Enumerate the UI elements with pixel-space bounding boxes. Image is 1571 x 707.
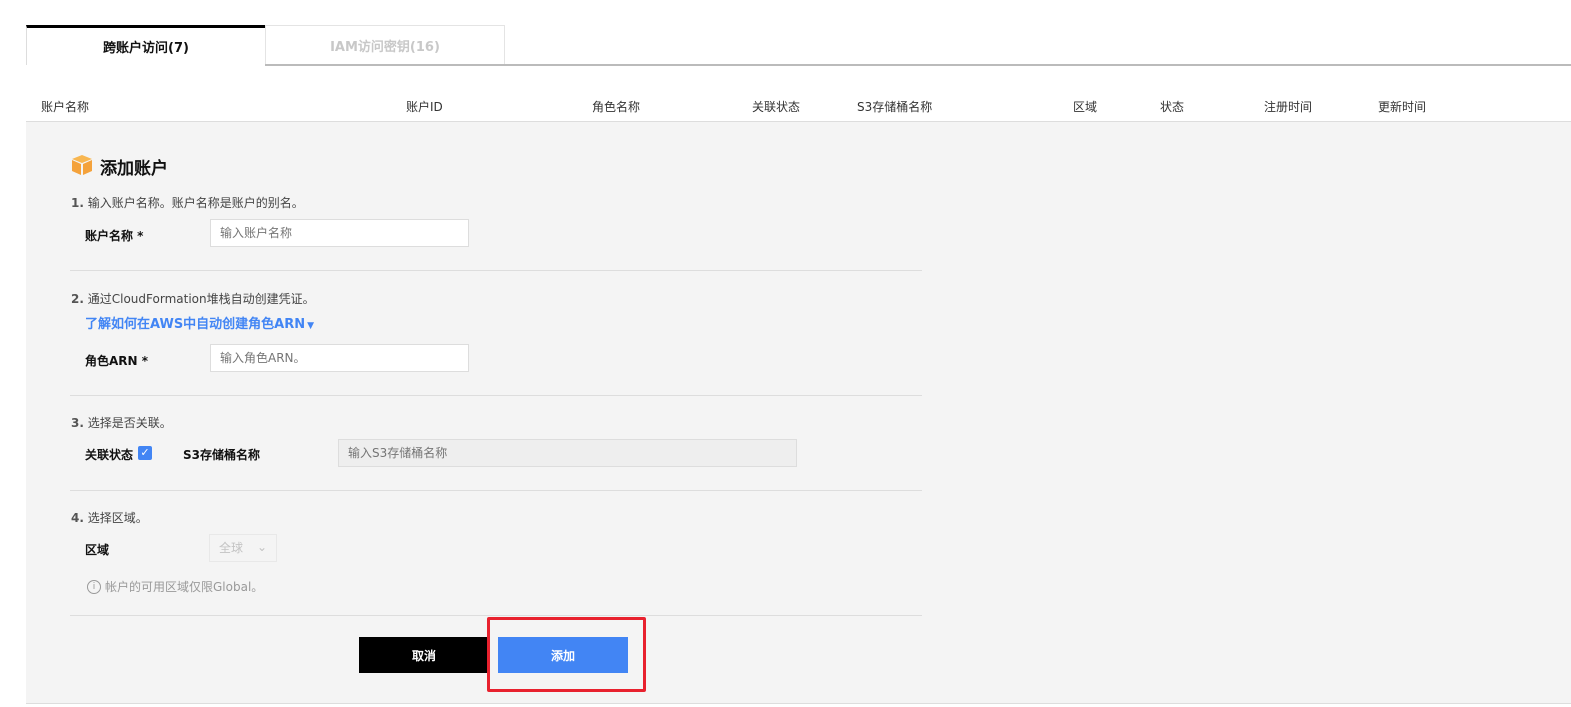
account-name-input[interactable] (210, 219, 469, 247)
region-value: 全球 (219, 541, 244, 555)
learn-role-arn-link[interactable]: 了解如何在AWS中自动创建角色ARN ▼ (85, 313, 314, 332)
account-name-label: 账户名称 * (85, 229, 144, 243)
caret-down-icon: ▼ (307, 321, 315, 331)
box-icon (72, 155, 92, 175)
region-info-text: 帐户的可用区域仅限Global。 (105, 580, 264, 594)
s3-bucket-label: S3存储桶名称 (183, 448, 260, 462)
column-status: 状态 (1160, 100, 1185, 114)
column-role-name: 角色名称 (592, 100, 641, 114)
association-status-label: 关联状态 (85, 448, 134, 462)
region-label: 区域 (85, 543, 110, 557)
tab-divider (265, 64, 1571, 66)
step2-text: 通过CloudFormation堆栈自动创建凭证。 (87, 292, 315, 306)
role-arn-input[interactable] (210, 344, 469, 372)
step1-text: 输入账户名称。账户名称是账户的别名。 (87, 196, 304, 210)
divider (70, 395, 922, 396)
info-icon: i (87, 579, 101, 594)
step4-text: 选择区域。 (87, 511, 148, 525)
region-select[interactable]: 全球 ⌄ (209, 534, 277, 562)
column-registered-time: 注册时间 (1264, 100, 1313, 114)
highlight-box (487, 617, 646, 692)
form-title: 添加账户 (100, 159, 168, 179)
step4-number: 4. (71, 511, 84, 525)
step2-number: 2. (71, 292, 84, 306)
step3-number: 3. (71, 416, 84, 430)
column-association-status: 关联状态 (752, 100, 801, 114)
role-arn-label: 角色ARN * (85, 354, 149, 368)
cancel-button[interactable]: 取消 (359, 637, 489, 673)
divider (70, 490, 922, 491)
divider (70, 270, 922, 271)
column-account-id: 账户ID (406, 100, 443, 114)
divider (70, 615, 922, 616)
tab-cross-account-access[interactable]: 跨账户访问(7) (26, 25, 265, 65)
step1-number: 1. (71, 196, 84, 210)
column-region: 区域 (1073, 100, 1098, 114)
column-account-name: 账户名称 (41, 100, 90, 114)
column-updated-time: 更新时间 (1378, 100, 1427, 114)
link-text: 了解如何在AWS中自动创建角色ARN (85, 317, 306, 332)
column-s3-bucket: S3存储桶名称 (857, 100, 933, 114)
tab-iam-access-keys[interactable]: IAM访问密钥(16) (265, 25, 505, 65)
association-checkbox[interactable]: ✓ (138, 446, 152, 460)
s3-bucket-input[interactable] (338, 439, 797, 467)
region-info: i 帐户的可用区域仅限Global。 (87, 578, 263, 595)
step3-text: 选择是否关联。 (87, 416, 172, 430)
chevron-down-icon: ⌄ (256, 540, 267, 554)
